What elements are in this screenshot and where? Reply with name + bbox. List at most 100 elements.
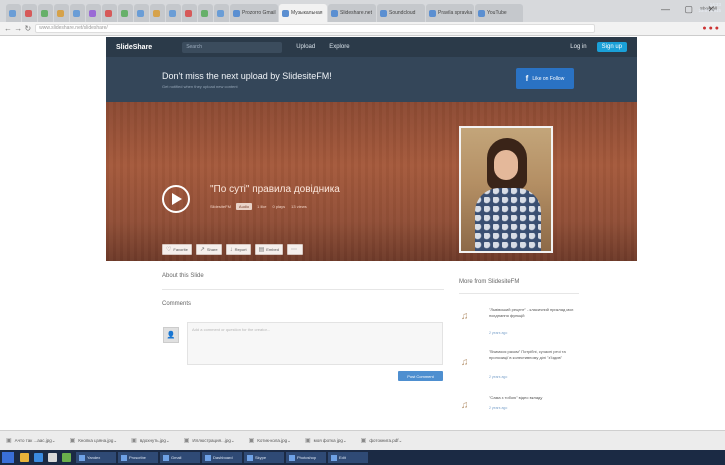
taskbar-window-button[interactable]: Yandex — [76, 452, 116, 463]
file-icon: ▣ — [360, 438, 367, 444]
list-item-title: "Вчимося разом" Потрібні, сучасні речі т… — [489, 349, 566, 360]
login-link[interactable]: Log in — [570, 44, 586, 50]
file-icon: ▣ — [69, 438, 76, 444]
taskbar-pinned-app-icon[interactable] — [20, 453, 29, 462]
list-item-date: 2 years ago — [489, 331, 508, 335]
chevron-down-icon[interactable]: ⌄ — [113, 438, 117, 444]
download-item[interactable]: ▣ вдохнуть.jpg ⌄ — [131, 437, 170, 445]
nav-upload-link[interactable]: Upload — [296, 44, 315, 50]
follow-button[interactable]: f Like on Follow — [516, 68, 574, 89]
search-input[interactable]: Search — [182, 41, 283, 53]
list-item-date: 2 years ago — [489, 406, 508, 410]
browser-tab[interactable] — [150, 4, 165, 22]
browser-tab[interactable] — [6, 4, 21, 22]
system-clock[interactable]: 14:23 23.07.2015 — [698, 2, 721, 13]
taskbar-window-button[interactable]: Dashboard — [202, 452, 242, 463]
taskbar-pinned-app-icon[interactable] — [48, 453, 57, 462]
taskbar-pinned-app-icon[interactable] — [34, 453, 43, 462]
browser-tab[interactable]: Музыкальная — [279, 4, 327, 22]
share-button[interactable]: ↗ Share — [195, 244, 222, 255]
browser-tab[interactable]: Prozorro Gmail — [230, 4, 278, 22]
meta-likes: 1 like — [257, 204, 267, 209]
track-author-link[interactable]: SlidesiteFM — [210, 204, 231, 209]
browser-tab[interactable]: YouTube — [475, 4, 523, 22]
browser-tab[interactable]: Soundcloud — [377, 4, 425, 22]
download-filename: фотокнига.pdf — [369, 438, 399, 443]
tab-favicon-icon — [153, 9, 160, 17]
list-item-title: "Сама з тобою" відео вкладу — [489, 395, 543, 400]
tab-favicon-icon — [217, 9, 224, 17]
chevron-down-icon[interactable]: ⌄ — [231, 438, 235, 444]
list-item[interactable]: ♫ "Львівський рецепт" - класичний прикла… — [459, 307, 579, 341]
follow-banner: Don't miss the next upload by SlidesiteF… — [106, 57, 637, 102]
browser-tab[interactable] — [214, 4, 229, 22]
download-item[interactable]: ▣ Кнопка цзяна.jpg ⌄ — [69, 437, 118, 445]
taskbar-window-button[interactable]: Skype — [244, 452, 284, 463]
chevron-down-icon[interactable]: ⌄ — [52, 438, 56, 444]
track-title: "По суті" правила довідника — [210, 184, 340, 195]
start-button[interactable] — [2, 452, 14, 463]
chevron-down-icon[interactable]: ⌄ — [343, 438, 347, 444]
nav-explore-link[interactable]: Explore — [329, 44, 349, 50]
browser-tab[interactable] — [182, 4, 197, 22]
browser-tab[interactable] — [134, 4, 149, 22]
browser-tab[interactable] — [86, 4, 101, 22]
browser-tab[interactable] — [166, 4, 181, 22]
browser-tab[interactable] — [54, 4, 69, 22]
browser-tab[interactable] — [118, 4, 133, 22]
chevron-down-icon[interactable]: ⌄ — [166, 438, 170, 444]
site-container: SlideShare Search Upload Explore Log in … — [106, 37, 637, 430]
tab-label: Музыкальная — [291, 10, 323, 16]
browser-tab[interactable] — [38, 4, 53, 22]
download-item[interactable]: ▣ моя фотка jpg ⌄ — [304, 437, 347, 445]
play-button[interactable] — [162, 185, 190, 213]
browser-tab[interactable] — [22, 4, 37, 22]
embed-button[interactable]: ▤ Embed — [254, 244, 283, 255]
download-item[interactable]: ▣ Котик-кола.jpg ⌄ — [249, 437, 291, 445]
facebook-icon: f — [525, 74, 529, 83]
browser-tab[interactable] — [102, 4, 117, 22]
tab-favicon-icon — [121, 9, 128, 17]
report-button[interactable]: ↓ Report — [225, 244, 251, 255]
extension-icons[interactable]: ● ● ● — [702, 25, 719, 32]
tab-favicon-icon — [233, 9, 240, 17]
app-icon — [205, 454, 211, 461]
signup-button[interactable]: Sign up — [596, 42, 627, 52]
download-item[interactable]: ▣ Ачто так ...aac.jpg ⌄ — [6, 437, 56, 445]
download-item[interactable]: ▣ Иллюстрация...jpg ⌄ — [184, 437, 235, 445]
app-icon — [331, 454, 337, 461]
download-item[interactable]: ▣ фотокнига.pdf ⌄ — [360, 437, 403, 445]
site-logo[interactable]: SlideShare — [116, 44, 152, 51]
favorite-button[interactable]: ♡ Favorite — [162, 244, 192, 255]
file-icon: ▣ — [304, 438, 311, 444]
follow-button-label: Like on Follow — [532, 75, 565, 82]
browser-tab[interactable]: Slideshare.net — [328, 4, 376, 22]
comment-textarea[interactable]: Add a comment or question for the creato… — [187, 322, 443, 365]
chevron-down-icon[interactable]: ⌄ — [398, 438, 402, 444]
navigation-icons[interactable]: ← → ↻ — [4, 24, 31, 33]
tab-favicon-icon — [380, 9, 387, 17]
post-comment-button[interactable]: Post Comment — [398, 371, 443, 381]
download-filename: моя фотка jpg — [313, 438, 343, 443]
taskbar-button-label: Edit — [339, 455, 346, 460]
banner-subtitle: Get notified when they upload new conten… — [162, 84, 238, 89]
app-icon — [247, 454, 253, 461]
more-actions-button[interactable]: ⋯ — [286, 244, 303, 255]
content-area: About this Slide Comments 👤 Add a commen… — [106, 261, 637, 430]
browser-tab[interactable] — [198, 4, 213, 22]
browser-tab[interactable] — [70, 4, 85, 22]
taskbar-window-button[interactable]: Proscribe — [118, 452, 158, 463]
url-field[interactable]: www.slideshare.net/slideshare/ — [35, 24, 596, 33]
taskbar-button-label: Gmail — [171, 455, 182, 460]
app-icon — [289, 454, 295, 461]
chevron-down-icon[interactable]: ⌄ — [287, 438, 291, 444]
taskbar-window-button[interactable]: Photoshop — [286, 452, 326, 463]
list-item[interactable]: ♫ "Сама з тобою" відео вкладу 2 years ag… — [459, 395, 579, 419]
list-item-date: 2 years ago — [489, 375, 508, 379]
taskbar-window-button[interactable]: Edit — [328, 452, 368, 463]
taskbar-window-button[interactable]: Gmail — [160, 452, 200, 463]
browser-tab[interactable]: Pravila spravka — [426, 4, 474, 22]
list-item[interactable]: ♫ "Вчимося разом" Потрібні, сучасні речі… — [459, 349, 579, 383]
tab-label: YouTube — [487, 10, 507, 16]
taskbar-pinned-app-icon[interactable] — [62, 453, 71, 462]
